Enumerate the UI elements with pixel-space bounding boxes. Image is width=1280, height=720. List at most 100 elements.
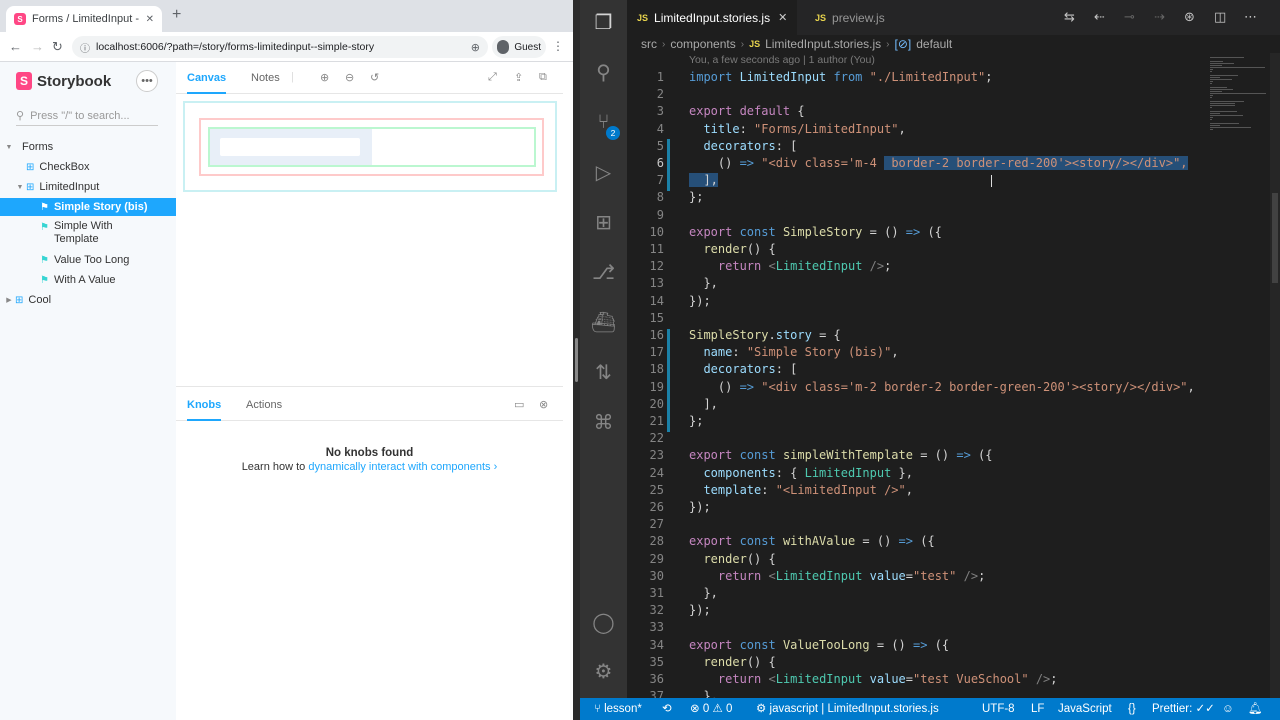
more-actions-icon[interactable]: ⋯: [1244, 9, 1257, 25]
code-line[interactable]: 36 return <LimitedInput value="test VueS…: [627, 671, 1207, 688]
tree-item-forms[interactable]: ▼ Forms: [0, 138, 176, 156]
code-line[interactable]: 17 name: "Simple Story (bis)",: [627, 344, 1207, 361]
code-line[interactable]: 25 template: "<LimitedInput />",: [627, 482, 1207, 499]
docs-link[interactable]: dynamically interact with components: [308, 461, 490, 473]
code-line[interactable]: 15: [627, 310, 1207, 327]
tab-knobs[interactable]: Knobs: [187, 387, 222, 421]
encoding-indicator[interactable]: UTF-8: [982, 698, 1015, 720]
code-line[interactable]: 29 render() {: [627, 551, 1207, 568]
split-editor-icon[interactable]: ◫: [1214, 9, 1226, 25]
code-line[interactable]: 14});: [627, 293, 1207, 310]
breadcrumb-components[interactable]: components: [670, 37, 735, 51]
account-icon[interactable]: ◯: [580, 602, 627, 642]
profile-button[interactable]: Guest: [492, 36, 546, 58]
code-line[interactable]: 10 export const SimpleStory = () => ({: [627, 224, 1207, 241]
open-new-tab-icon[interactable]: ⇪: [514, 71, 523, 84]
close-icon[interactable]: ✕: [778, 11, 787, 24]
tree-item-simple-with-template[interactable]: ⚑ Simple With Template: [0, 218, 176, 248]
timeline-icon[interactable]: ⊸: [1124, 9, 1135, 25]
code-line[interactable]: 12 return <LimitedInput />;: [627, 258, 1207, 275]
copy-link-icon[interactable]: ⧉: [539, 71, 547, 84]
code-line[interactable]: 20 ],: [627, 396, 1207, 413]
code-line[interactable]: 13 },: [627, 275, 1207, 292]
editor-tab-preview[interactable]: JS preview.js: [805, 0, 895, 35]
code-line[interactable]: 11 render() {: [627, 241, 1207, 258]
tree-item-limitedinput[interactable]: ▼ ⊞ LimitedInput: [0, 178, 176, 196]
source-control-icon[interactable]: ⑂ 2: [580, 102, 627, 142]
feedback-icon[interactable]: ☺: [1222, 698, 1234, 720]
code-editor[interactable]: You, a few seconds ago | 1 author (You) …: [627, 53, 1207, 698]
limited-input-field[interactable]: [220, 138, 360, 156]
tab-notes[interactable]: Notes: [251, 62, 280, 94]
scrollbar-thumb[interactable]: [1272, 193, 1278, 283]
breadcrumb-file[interactable]: LimitedInput.stories.js: [765, 37, 881, 51]
run-icon[interactable]: ⊛: [1184, 9, 1195, 25]
address-bar[interactable]: ⓘ localhost:6006/?path=/story/forms-limi…: [72, 36, 488, 58]
go-forward-icon[interactable]: ⇢: [1154, 9, 1165, 25]
zoom-in-icon[interactable]: ⊕: [320, 71, 329, 84]
storybook-logo[interactable]: S Storybook: [16, 72, 111, 90]
sync-icon[interactable]: ⟲: [662, 698, 672, 720]
tree-item-checkbox[interactable]: ⊞ CheckBox: [0, 158, 176, 176]
code-line[interactable]: 37 },: [627, 688, 1207, 698]
browser-tab[interactable]: S Forms / LimitedInput - Simple ✕: [6, 6, 162, 32]
language-mode[interactable]: JavaScript: [1058, 698, 1112, 720]
tree-item-cool[interactable]: ▶ ⊞ Cool: [0, 291, 176, 309]
eol-indicator[interactable]: LF: [1031, 698, 1044, 720]
notifications-icon[interactable]: 🔔︎: [1248, 698, 1263, 720]
browser-menu-icon[interactable]: ⋮: [552, 39, 564, 53]
new-tab-icon[interactable]: +: [172, 6, 181, 24]
branch-indicator[interactable]: ⑂ lesson*: [594, 698, 642, 720]
tab-canvas[interactable]: Canvas: [187, 62, 227, 94]
code-line[interactable]: 6 () => "<div class='m-4 border-2 border…: [627, 155, 1207, 172]
code-line[interactable]: 33: [627, 619, 1207, 636]
tree-item-value-too-long[interactable]: ⚑ Value Too Long: [0, 251, 176, 269]
info-icon[interactable]: ⓘ: [80, 40, 90, 55]
code-line[interactable]: 35 render() {: [627, 654, 1207, 671]
extensions-icon[interactable]: ⊞: [580, 202, 627, 242]
close-tab-icon[interactable]: ✕: [146, 14, 154, 25]
live-share-icon[interactable]: ⌘: [580, 402, 627, 442]
run-debug-icon[interactable]: ▷: [580, 152, 627, 192]
code-line[interactable]: 5 decorators: [: [627, 138, 1207, 155]
code-line[interactable]: 19 () => "<div class='m-2 border-2 borde…: [627, 379, 1207, 396]
code-line[interactable]: 18 decorators: [: [627, 361, 1207, 378]
code-line[interactable]: 8};: [627, 189, 1207, 206]
code-line[interactable]: 28 export const withAValue = () => ({: [627, 533, 1207, 550]
code-line[interactable]: 32});: [627, 602, 1207, 619]
reset-zoom-icon[interactable]: ↺: [370, 71, 379, 84]
zoom-out-icon[interactable]: ⊖: [345, 71, 354, 84]
sidebar-menu-button[interactable]: •••: [136, 70, 158, 92]
language-context[interactable]: ⚙ javascript | LimitedInput.stories.js: [756, 698, 939, 720]
minimap[interactable]: [1208, 53, 1270, 698]
code-line[interactable]: 3 export default {: [627, 103, 1207, 120]
search-icon[interactable]: ⚲: [580, 52, 627, 92]
prettier-indicator[interactable]: Prettier: ✓✓: [1152, 698, 1215, 720]
story-search-input[interactable]: ⚲ Press "/" to search...: [16, 106, 158, 126]
explorer-icon[interactable]: ❐: [580, 2, 627, 42]
chevron-right-icon[interactable]: ›: [494, 461, 498, 473]
code-line[interactable]: 26});: [627, 499, 1207, 516]
code-line[interactable]: 7 ],: [627, 172, 1207, 189]
window-splitter[interactable]: [573, 0, 580, 720]
code-line[interactable]: 27: [627, 516, 1207, 533]
editor-scrollbar[interactable]: [1270, 53, 1280, 698]
code-line[interactable]: 24 components: { LimitedInput },: [627, 465, 1207, 482]
tab-actions[interactable]: Actions: [246, 387, 282, 421]
code-line[interactable]: 34 export const ValueTooLong = () => ({: [627, 637, 1207, 654]
zoom-icon[interactable]: ⊕: [471, 41, 480, 54]
splitter-grip[interactable]: [575, 338, 578, 382]
code-line[interactable]: 16 SimpleStory.story = {: [627, 327, 1207, 344]
back-arrow-icon[interactable]: ←: [9, 39, 22, 54]
tree-item-simple-story-bis[interactable]: ⚑ Simple Story (bis): [0, 198, 176, 216]
code-line[interactable]: 2: [627, 86, 1207, 103]
code-line[interactable]: 9: [627, 207, 1207, 224]
code-line[interactable]: 30 return <LimitedInput value="test" />;: [627, 568, 1207, 585]
codelens-blame[interactable]: You, a few seconds ago | 1 author (You): [689, 54, 875, 66]
panel-orientation-icon[interactable]: ▭: [514, 398, 524, 411]
close-panel-icon[interactable]: ⊗: [539, 398, 548, 411]
reload-icon[interactable]: ↻: [52, 39, 63, 55]
open-changes-icon[interactable]: ⇆: [1064, 9, 1075, 25]
code-line[interactable]: 23 export const simpleWithTemplate = () =…: [627, 447, 1207, 464]
editor-tab-limitedinput-stories[interactable]: JS LimitedInput.stories.js ✕: [627, 0, 797, 35]
